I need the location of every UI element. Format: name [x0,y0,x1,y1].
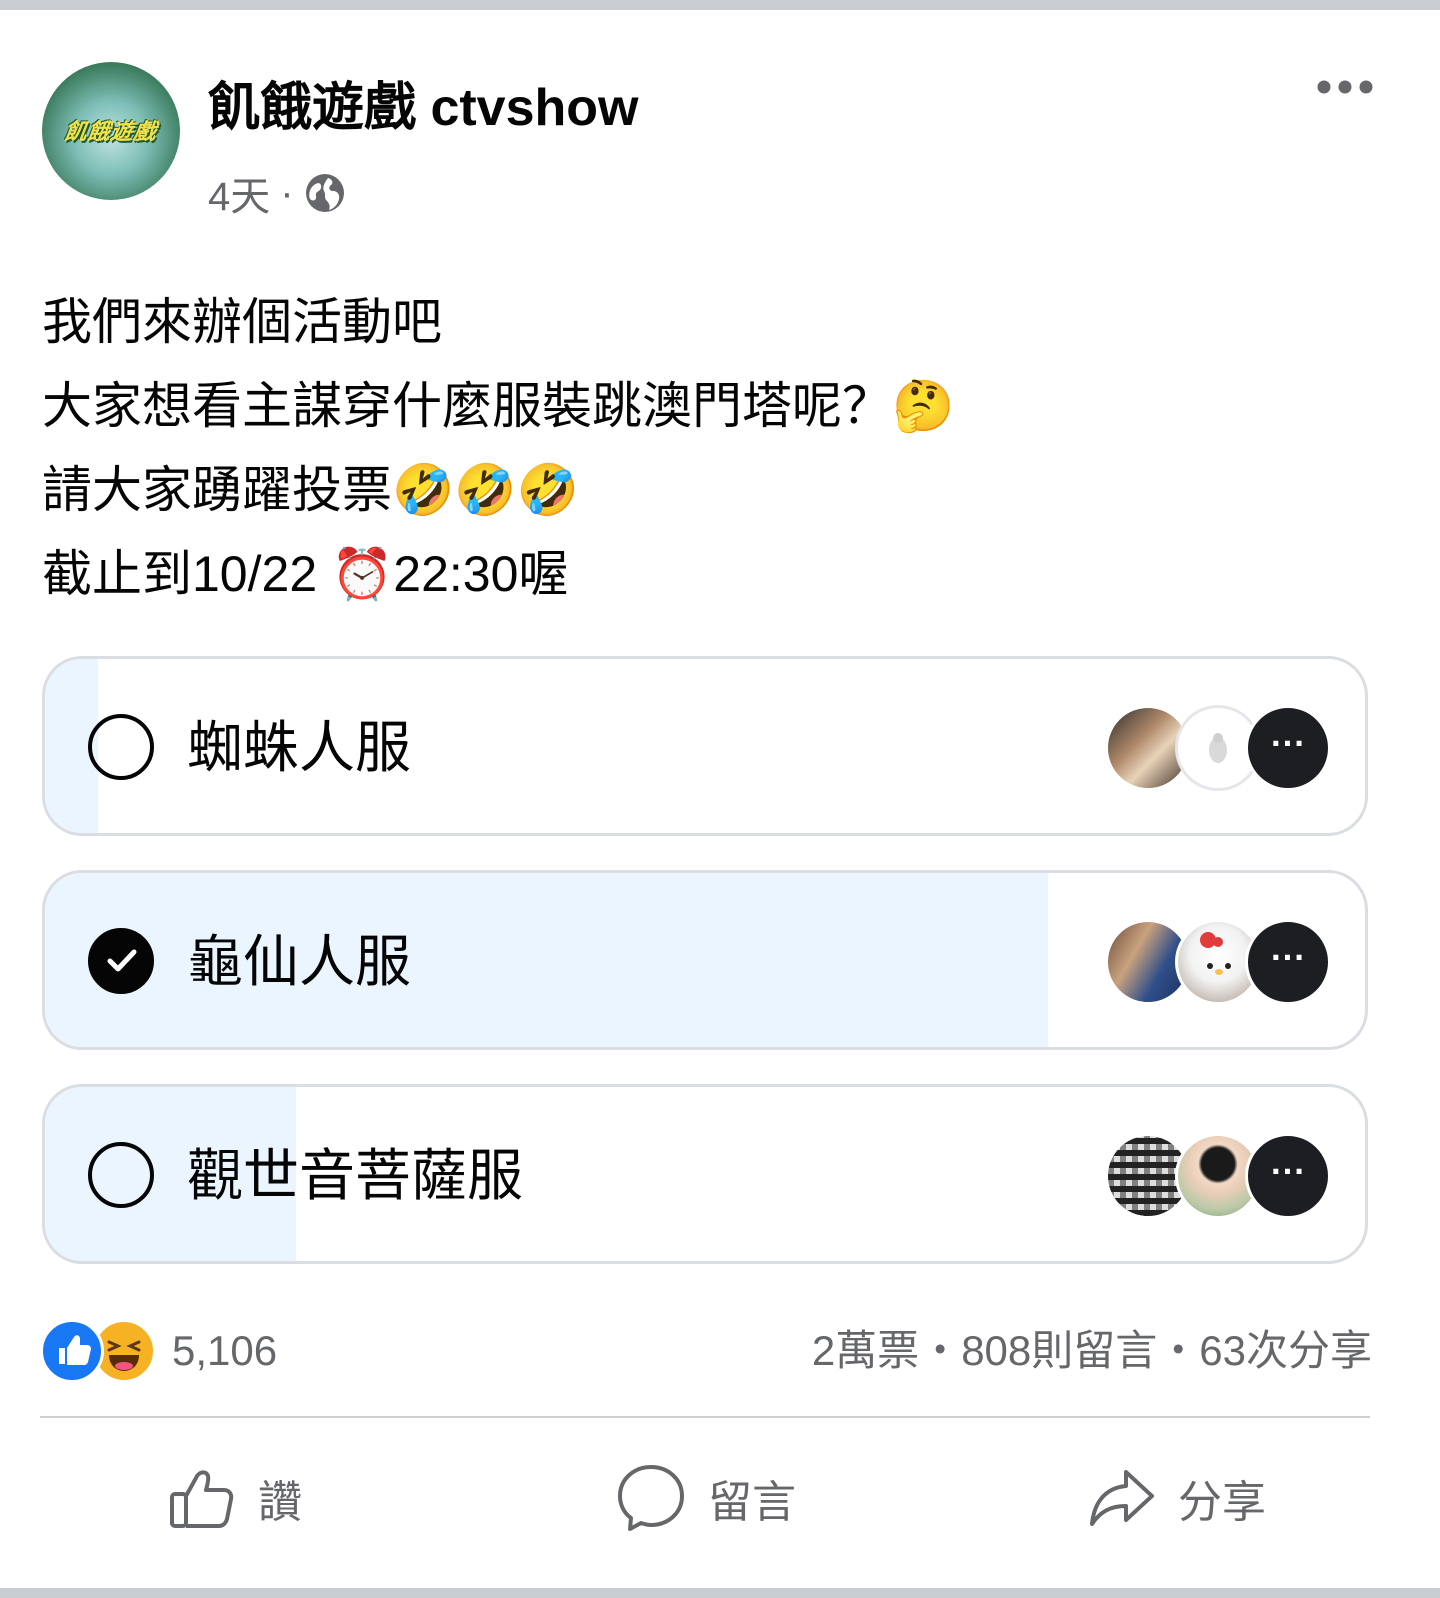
voter-avatars[interactable]: ··· [1105,705,1331,791]
engagement-stats: 2萬票・808則留言・63次分享 [812,1316,1372,1386]
voter-avatars[interactable]: ··· [1105,1133,1331,1219]
stats-separator: ・ [919,1327,962,1374]
vote-count[interactable]: 2萬票 [812,1327,919,1374]
post-line-4: 截止到10/22 ⏰22:30喔 [42,546,569,602]
like-reaction-icon [40,1319,104,1383]
comment-label: 留言 [708,1478,796,1527]
thumbs-up-icon [170,1470,234,1528]
poll-option-2[interactable]: 龜仙人服 ··· [42,870,1368,1050]
stats-separator: ・ [1157,1327,1200,1374]
poll-option-1[interactable]: 蜘蛛人服 ··· [42,656,1368,836]
avatar-logo-text: 飢餓遊戲 [62,119,159,144]
poll-option-label: 龜仙人服 [187,930,411,993]
more-voters-button[interactable]: ··· [1245,1133,1331,1219]
comment-icon [618,1465,684,1531]
like-button[interactable]: 讚 [168,1450,302,1546]
checkmark-icon[interactable] [88,928,154,994]
more-voters-button[interactable]: ··· [1245,919,1331,1005]
share-button[interactable]: 分享 [1088,1450,1266,1546]
reaction-count: 5,106 [172,1327,278,1374]
post-message: 我們來辦個活動吧 大家想看主謀穿什麼服裝跳澳門塔呢？🤔 請大家踴躍投票🤣🤣🤣 截… [42,280,1402,616]
post-line-3: 請大家踴躍投票🤣🤣🤣 [42,462,579,518]
reactions-summary[interactable]: 5,106 [40,1316,277,1386]
radio-unchecked-icon[interactable] [88,714,154,780]
voter-avatars[interactable]: ··· [1105,919,1331,1005]
poll-option-label: 觀世音菩薩服 [187,1144,523,1207]
comment-button[interactable]: 留言 [616,1450,796,1546]
share-count[interactable]: 63次分享 [1199,1327,1372,1374]
like-label: 讚 [258,1478,302,1527]
share-label: 分享 [1178,1478,1266,1527]
post-time[interactable]: 4天 [208,164,270,222]
share-arrow-icon [1090,1470,1154,1526]
comment-count[interactable]: 808則留言 [961,1327,1157,1374]
divider [40,1416,1370,1418]
more-voters-button[interactable]: ··· [1245,705,1331,791]
page-avatar[interactable]: 飢餓遊戲 [42,62,180,200]
poll-option-3[interactable]: 觀世音菩薩服 ··· [42,1084,1368,1264]
post-card: 飢餓遊戲 飢餓遊戲 ctvshow 4天 · 我們來辦個活動吧 大家想看主謀穿什… [0,10,1440,1588]
more-dots-icon[interactable] [1316,74,1374,100]
post-meta: 4天 · [208,166,346,220]
meta-separator: · [280,170,294,215]
poll-option-label: 蜘蛛人服 [187,716,411,779]
globe-icon[interactable] [304,172,346,214]
page-name[interactable]: 飢餓遊戲 ctvshow [208,76,639,140]
post-line-2: 大家想看主謀穿什麼服裝跳澳門塔呢？🤔 [42,378,955,434]
post-line-1: 我們來辦個活動吧 [42,294,442,350]
radio-unchecked-icon[interactable] [88,1142,154,1208]
